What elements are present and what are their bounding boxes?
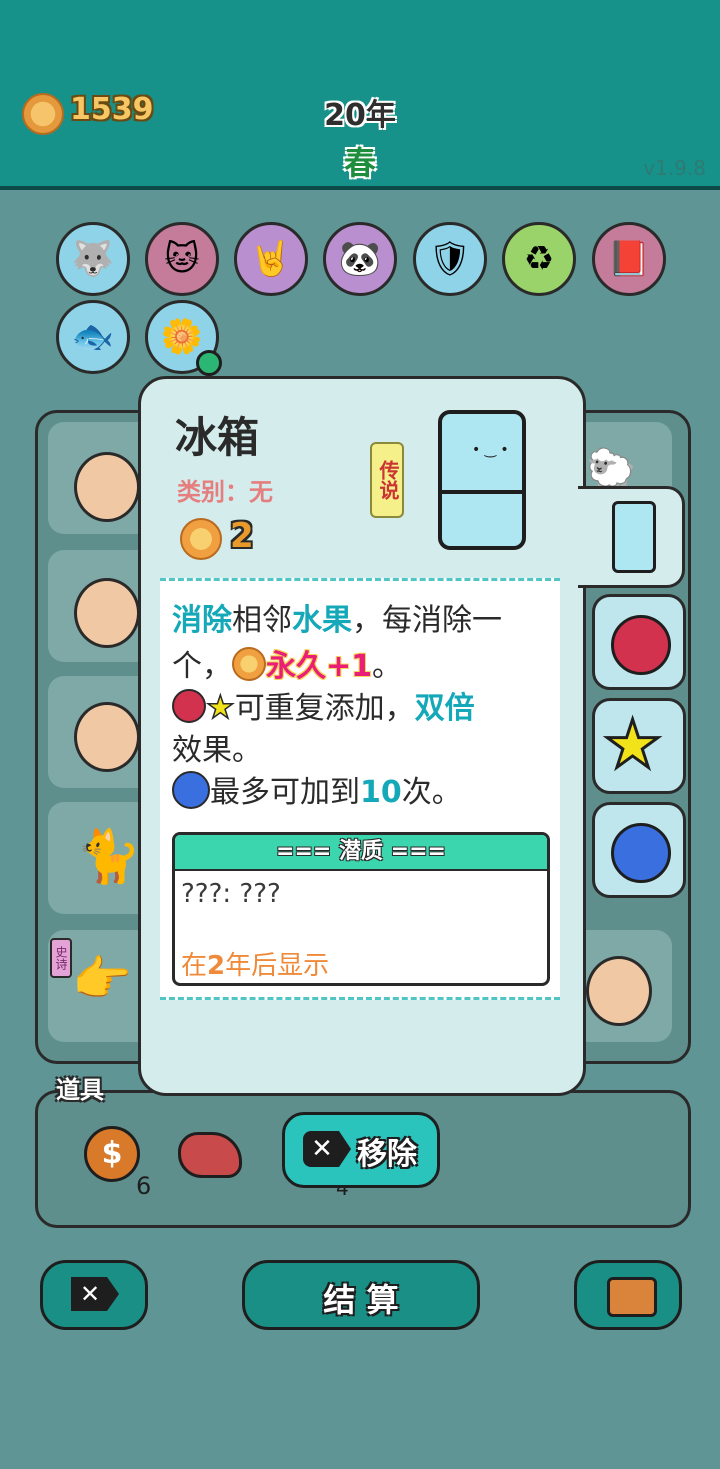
desc-text: 个， xyxy=(172,649,232,684)
year-label: 20年 xyxy=(324,98,396,133)
desc-keyword: 永久+1 xyxy=(266,649,373,684)
panda-relic-icon[interactable]: 🐼 xyxy=(323,222,397,296)
star-tab-icon: ★ xyxy=(601,705,663,785)
cost-value: 2 xyxy=(230,516,254,556)
fishbowl-relic-icon[interactable]: 🐟 xyxy=(56,300,130,374)
desc-text: 最多可加到 xyxy=(210,775,360,810)
remove-button[interactable]: ✕ 移除 xyxy=(282,1112,440,1188)
desc-keyword: 水果 xyxy=(292,603,352,638)
dollar-coin-item-icon[interactable]: $ xyxy=(84,1126,140,1182)
desc-line-4: 效果。 xyxy=(172,733,262,768)
desc-line-5: 最多可加到10次。 xyxy=(172,767,462,811)
time-magazine-relic-icon[interactable]: 📕 xyxy=(592,222,666,296)
potential-reveal: 在2年后显示 xyxy=(181,945,329,982)
item-title: 冰箱 xyxy=(175,413,260,462)
cost-coin-icon xyxy=(180,518,222,560)
delete-icon: ✕ xyxy=(71,1277,119,1311)
new-badge xyxy=(196,350,222,376)
settle-button[interactable]: 结 算 xyxy=(242,1260,480,1330)
desc-keyword: 10 xyxy=(360,775,402,810)
reveal-text: 在 xyxy=(181,951,208,981)
top-bar-divider xyxy=(0,186,720,190)
fridge-tab[interactable] xyxy=(578,486,685,588)
desc-line-1: 消除相邻水果，每消除一 xyxy=(172,595,502,639)
lychee-tab-icon xyxy=(611,615,671,675)
desc-line-2: 个， 永久+1。 xyxy=(172,641,402,685)
desc-line-3: ★可重复添加，双倍 xyxy=(172,683,475,727)
desc-text: 次。 xyxy=(401,775,462,810)
item-category: 类别：无 xyxy=(177,478,273,506)
coin-item-count: 6 xyxy=(136,1172,152,1200)
fridge-icon: • ‿ • xyxy=(438,410,526,550)
star-tab[interactable]: ★ xyxy=(592,698,686,794)
remove-label: 移除 xyxy=(357,1137,417,1172)
potential-title: === 潜质 === xyxy=(175,835,547,871)
fridge-tab-icon xyxy=(612,501,656,573)
settle-label: 结 算 xyxy=(323,1281,399,1319)
reveal-text: 年后显示 xyxy=(225,951,330,981)
coin-icon xyxy=(22,93,64,135)
delete-button[interactable]: ✕ xyxy=(40,1260,148,1330)
remove-icon: ✕ xyxy=(303,1131,351,1167)
version-label: v1.9.8 xyxy=(643,156,706,180)
shield-wrench-relic-icon[interactable]: 🛡 xyxy=(413,222,487,296)
desc-keyword: 双倍 xyxy=(414,691,475,726)
desc-text: ，每消除一 xyxy=(352,603,502,638)
dog-cat-relic-icon[interactable]: 🐺 xyxy=(56,222,130,296)
briefcase-icon xyxy=(607,1277,657,1317)
delivery-man-symbol-icon xyxy=(74,578,140,648)
coin-icon xyxy=(232,647,266,681)
lychee-tab[interactable] xyxy=(592,594,686,690)
lychee-icon xyxy=(172,689,206,723)
items-label: 道具 xyxy=(56,1076,104,1104)
epic-tag: 史诗 xyxy=(50,938,72,978)
blueberry-tab-icon xyxy=(611,823,671,883)
police-symbol-icon xyxy=(586,956,652,1026)
reveal-years: 2 xyxy=(207,951,226,981)
desc-keyword: 消除 xyxy=(172,603,232,638)
cat-symbol-icon: 🐈 xyxy=(76,827,141,887)
potential-value: ???: ??? xyxy=(181,879,281,909)
desc-text: 。 xyxy=(372,649,403,684)
season-label: 春 xyxy=(343,144,376,182)
potential-box: === 潜质 === ???: ??? 在2年后显示 xyxy=(172,832,550,986)
rarity-tag: 传说 xyxy=(370,442,404,518)
blueberry-tab[interactable] xyxy=(592,802,686,898)
cats-relic-icon[interactable]: 🐱 xyxy=(145,222,219,296)
rock-hand-relic-icon[interactable]: 🤘 xyxy=(234,222,308,296)
delivery-man-symbol-icon xyxy=(74,452,140,522)
man-symbol-icon xyxy=(74,702,140,772)
blueberry-icon xyxy=(172,771,210,809)
recycle-relic-icon[interactable]: ♻ xyxy=(502,222,576,296)
desc-text: 相邻 xyxy=(232,603,292,638)
pointing-hand-symbol-icon: 👉 xyxy=(72,951,132,1007)
star-icon: ★ xyxy=(205,688,235,726)
briefcase-button[interactable] xyxy=(574,1260,682,1330)
coin-count: 1539 xyxy=(70,92,154,127)
desc-text: 可重复添加， xyxy=(234,691,415,726)
